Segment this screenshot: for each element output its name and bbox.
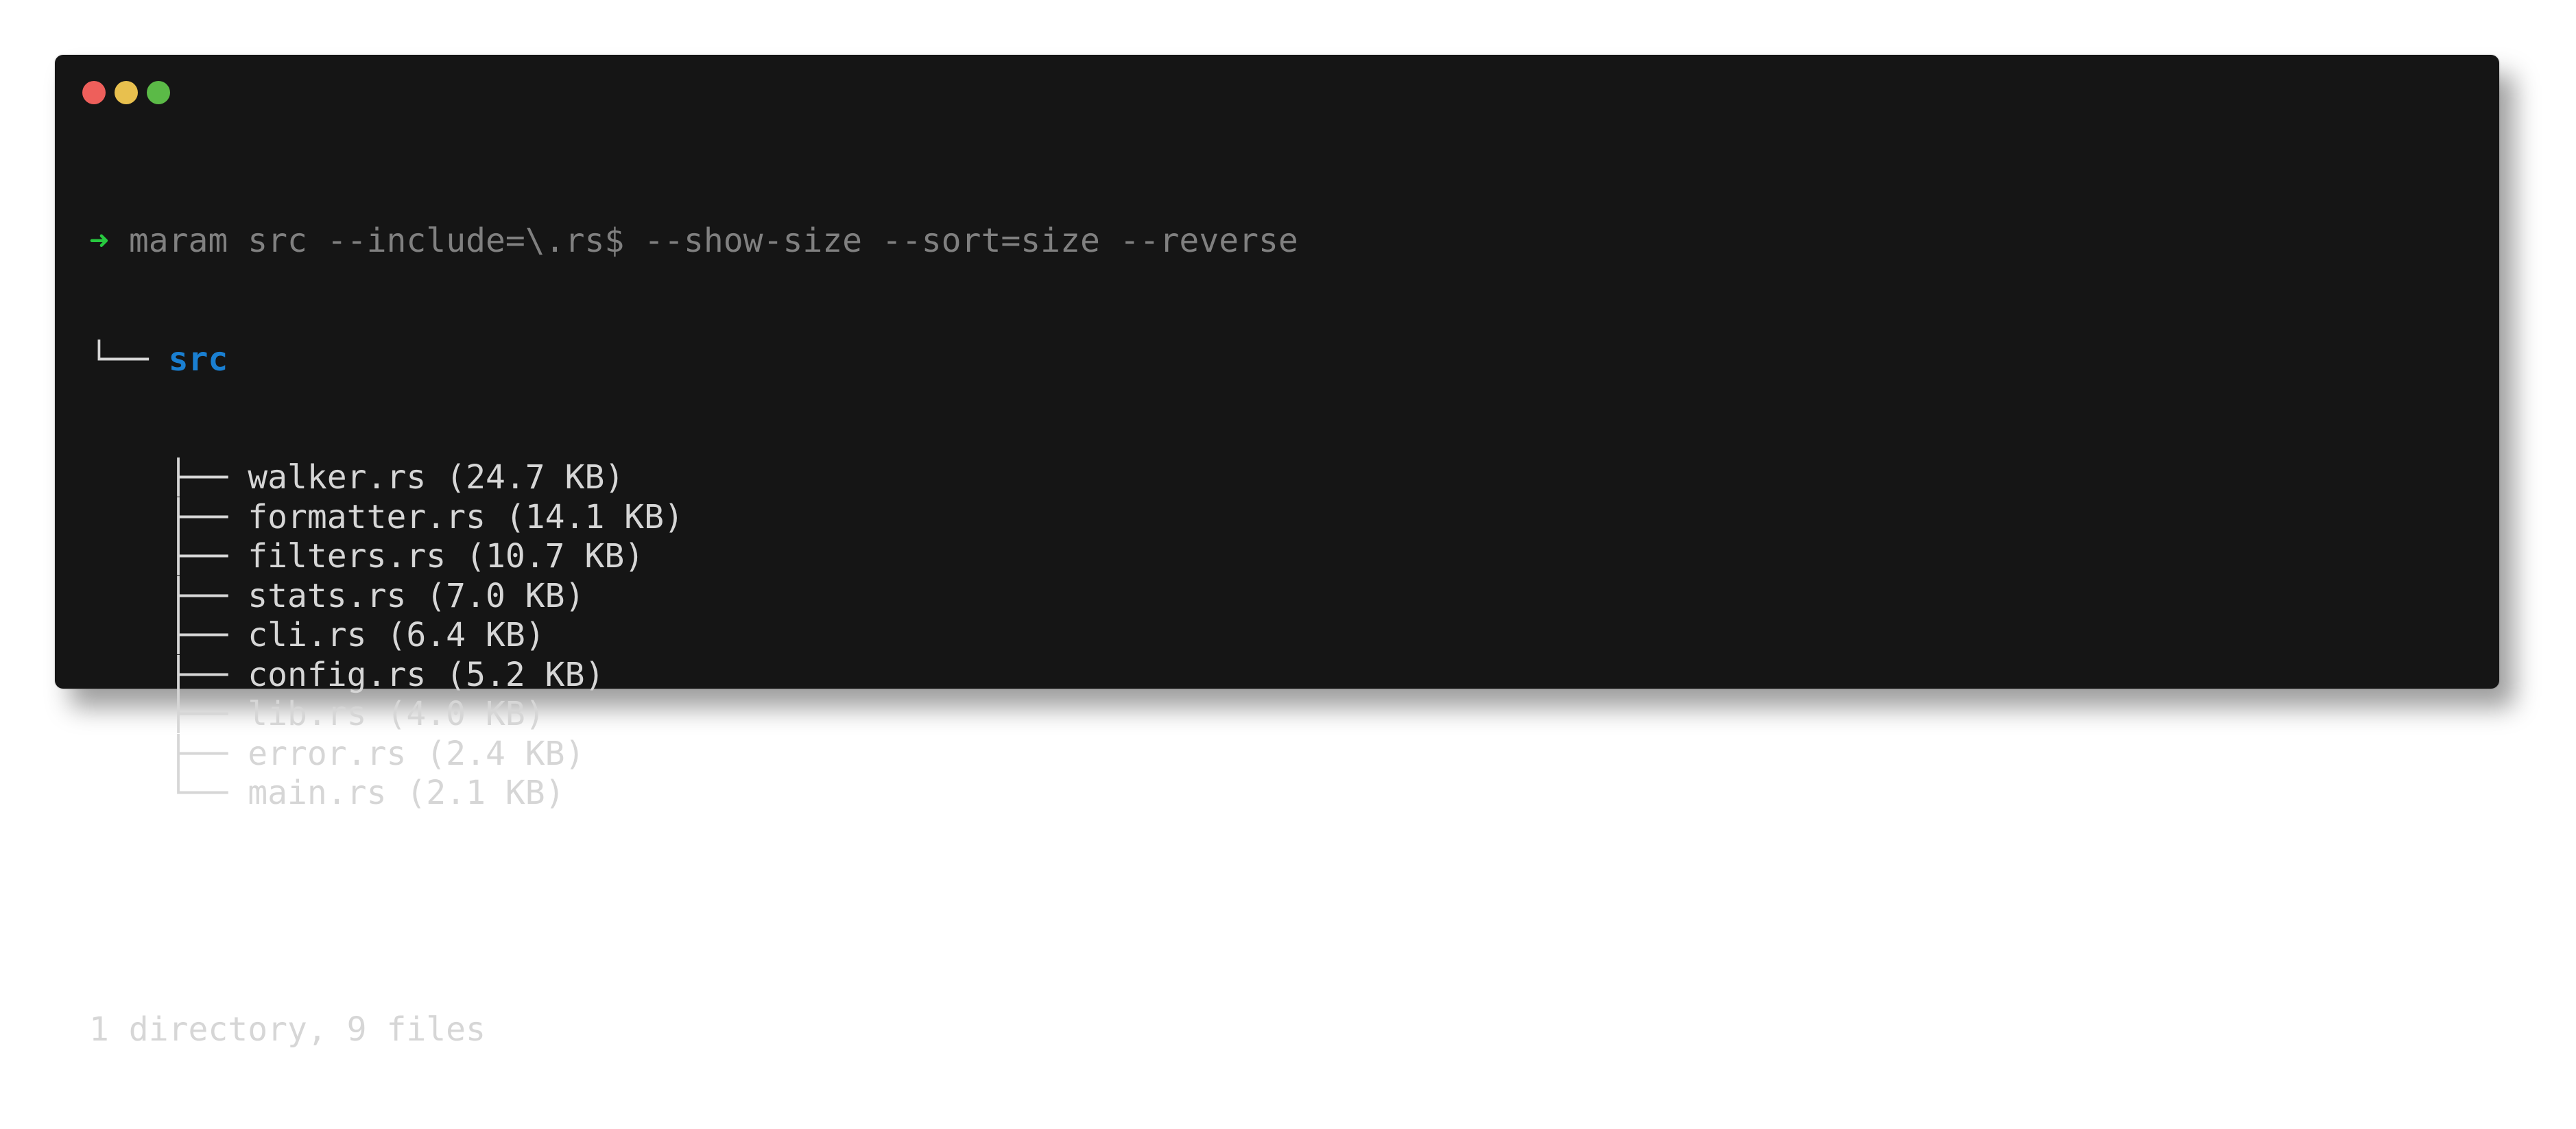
file-entry: lib.rs (4.0 KB) — [248, 695, 545, 733]
tree-connector: ├── — [168, 458, 248, 497]
directory-name: src — [168, 340, 228, 379]
tree-connector: ├── — [168, 537, 248, 575]
list-item: ├── formatter.rs (14.1 KB) — [89, 498, 2472, 538]
list-item: ├── filters.rs (10.7 KB) — [89, 537, 2472, 577]
tree-connector: ├── — [168, 695, 248, 733]
tree-connector: ├── — [168, 655, 248, 694]
tree-connector: └── — [168, 774, 248, 812]
file-entry: error.rs (2.4 KB) — [248, 734, 585, 773]
tree-connector: ├── — [168, 734, 248, 773]
list-item: └── main.rs (2.1 KB) — [89, 774, 2472, 813]
prompt-arrow-icon: ➜ — [89, 222, 109, 260]
tree-connector: ├── — [168, 576, 248, 615]
file-entry: cli.rs (6.4 KB) — [248, 616, 545, 654]
terminal-output[interactable]: ➜ maram src --include=\.rs$ --show-size … — [89, 143, 2472, 1129]
title-bar — [55, 55, 2499, 130]
file-entry: config.rs (5.2 KB) — [248, 655, 605, 694]
file-list: ├── walker.rs (24.7 KB) ├── formatter.rs… — [89, 458, 2472, 813]
tree-root: └── src — [89, 340, 2472, 380]
terminal-window: ➜ maram src --include=\.rs$ --show-size … — [55, 55, 2499, 1049]
maximize-button[interactable] — [147, 81, 170, 104]
list-item: ├── error.rs (2.4 KB) — [89, 735, 2472, 774]
tree-connector: ├── — [168, 497, 248, 536]
list-item: ├── config.rs (5.2 KB) — [89, 656, 2472, 696]
command-line: ➜ maram src --include=\.rs$ --show-size … — [89, 222, 2472, 261]
list-item: ├── stats.rs (7.0 KB) — [89, 577, 2472, 617]
command-text: maram src --include=\.rs$ --show-size --… — [128, 222, 1298, 260]
list-item: ├── cli.rs (6.4 KB) — [89, 616, 2472, 656]
file-entry: main.rs (2.1 KB) — [248, 774, 565, 812]
tree-connector: ├── — [168, 616, 248, 654]
file-entry: formatter.rs (14.1 KB) — [248, 497, 684, 536]
file-entry: walker.rs (24.7 KB) — [248, 458, 625, 497]
summary-line: 1 directory, 9 files — [89, 1010, 486, 1049]
tree-connector: └── — [89, 340, 169, 379]
minimize-button[interactable] — [115, 81, 138, 104]
file-entry: stats.rs (7.0 KB) — [248, 576, 585, 615]
close-button[interactable] — [82, 81, 106, 104]
file-entry: filters.rs (10.7 KB) — [248, 537, 645, 575]
list-item: ├── walker.rs (24.7 KB) — [89, 458, 2472, 498]
list-item: ├── lib.rs (4.0 KB) — [89, 695, 2472, 735]
